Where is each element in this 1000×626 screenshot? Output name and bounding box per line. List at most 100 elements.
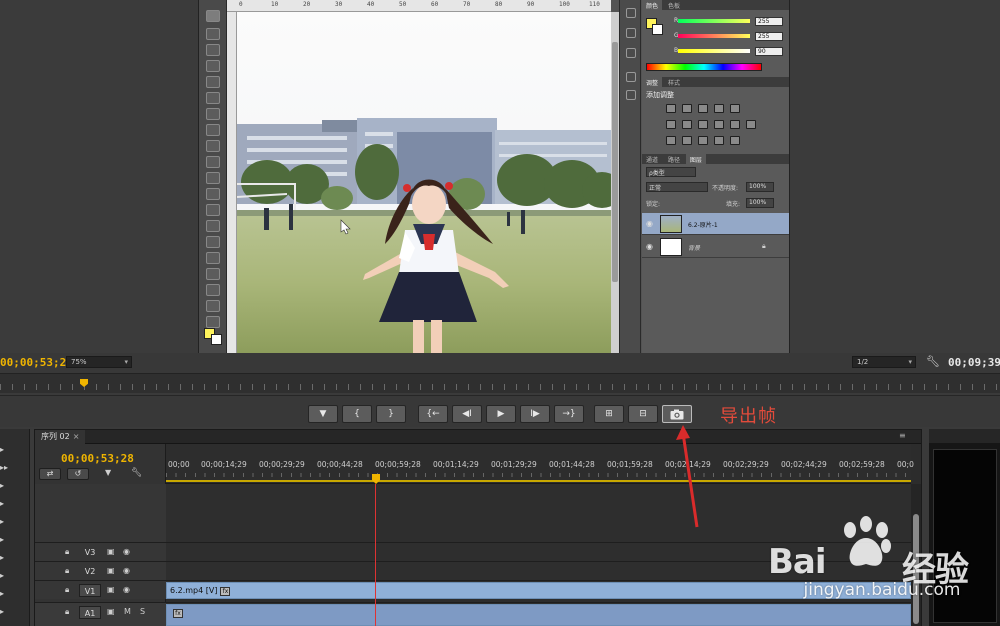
eye-icon[interactable]: ◉ bbox=[123, 547, 130, 556]
eyedropper-tool-icon[interactable] bbox=[206, 92, 220, 104]
tab-adjustments[interactable]: 调整 bbox=[642, 77, 663, 87]
quick-select-tool-icon[interactable] bbox=[206, 60, 220, 72]
r-slider[interactable] bbox=[678, 19, 750, 23]
pen-tool-icon[interactable] bbox=[206, 236, 220, 248]
threshold-icon[interactable] bbox=[698, 136, 708, 145]
sync-lock-icon[interactable]: ▣ bbox=[107, 607, 115, 616]
color-lookup-icon[interactable] bbox=[746, 120, 756, 129]
sync-lock-icon[interactable]: ▣ bbox=[107, 585, 115, 594]
tab-styles[interactable]: 样式 bbox=[664, 77, 684, 87]
photo-filter-icon[interactable] bbox=[714, 120, 724, 129]
eye-icon[interactable]: ◉ bbox=[123, 585, 130, 594]
posterize-icon[interactable] bbox=[682, 136, 692, 145]
stamp-tool-icon[interactable] bbox=[206, 140, 220, 152]
timeline-ruler[interactable]: 00;00 00;00;14;29 00;00;29;29 00;00;44;2… bbox=[166, 444, 914, 484]
mark-in-button[interactable]: { bbox=[342, 405, 372, 423]
track-name[interactable]: V3 bbox=[79, 546, 101, 559]
track-name[interactable]: V1 bbox=[79, 584, 101, 597]
tab-layers[interactable]: 图层 bbox=[685, 154, 706, 164]
crop-tool-icon[interactable] bbox=[206, 76, 220, 88]
rolling-edit-tool-icon[interactable]: ▸ bbox=[0, 499, 4, 508]
mark-out-button[interactable]: } bbox=[376, 405, 406, 423]
step-forward-button[interactable]: I▶ bbox=[520, 405, 550, 423]
character-icon[interactable] bbox=[626, 72, 636, 82]
lift-button[interactable]: ⊞ bbox=[594, 405, 624, 423]
step-back-button[interactable]: ◀I bbox=[452, 405, 482, 423]
tool-presets-icon[interactable] bbox=[626, 48, 636, 58]
pen-tool-icon[interactable]: ▸ bbox=[0, 589, 4, 598]
tab-paths[interactable]: 路径 bbox=[664, 154, 684, 164]
bw-icon[interactable] bbox=[698, 120, 708, 129]
snap-icon[interactable]: ⇄ bbox=[39, 468, 61, 480]
paragraph-icon[interactable] bbox=[626, 90, 636, 100]
tab-swatches[interactable]: 色板 bbox=[664, 0, 684, 10]
brush-tool-icon[interactable] bbox=[206, 124, 220, 136]
lock-icon[interactable]: 🔒︎ bbox=[65, 607, 69, 617]
hand-tool-icon[interactable]: ▸ bbox=[0, 607, 4, 616]
resolution-dropdown[interactable]: 1/2 bbox=[852, 356, 916, 368]
blur-tool-icon[interactable] bbox=[206, 204, 220, 216]
history-icon[interactable] bbox=[626, 8, 636, 18]
lasso-tool-icon[interactable] bbox=[206, 44, 220, 56]
vibrance-icon[interactable] bbox=[730, 104, 740, 113]
sync-lock-icon[interactable]: ▣ bbox=[107, 547, 115, 556]
timeline-timecode[interactable]: 00;00;53;28 bbox=[61, 452, 134, 465]
lock-icon[interactable]: 🔒︎ bbox=[65, 566, 69, 576]
background-color-swatch[interactable] bbox=[211, 334, 222, 345]
hand-tool-icon[interactable] bbox=[206, 300, 220, 312]
opacity-field[interactable]: 100% bbox=[746, 182, 774, 192]
play-button[interactable]: ▶ bbox=[486, 405, 516, 423]
sync-lock-icon[interactable]: ▣ bbox=[107, 566, 115, 575]
shape-tool-icon[interactable] bbox=[206, 284, 220, 296]
b-value-field[interactable]: 90 bbox=[755, 47, 783, 56]
g-slider[interactable] bbox=[678, 34, 750, 38]
channel-mixer-icon[interactable] bbox=[730, 120, 740, 129]
lock-icon[interactable]: 🔒︎ bbox=[65, 585, 69, 595]
export-frame-button[interactable] bbox=[662, 405, 692, 423]
tab-channels[interactable]: 通道 bbox=[642, 154, 662, 164]
eraser-tool-icon[interactable] bbox=[206, 172, 220, 184]
color-balance-icon[interactable] bbox=[682, 120, 692, 129]
healing-tool-icon[interactable] bbox=[206, 108, 220, 120]
color-bg-swatch[interactable] bbox=[652, 24, 663, 35]
eye-icon[interactable]: ◉ bbox=[646, 219, 653, 228]
tab-color[interactable]: 颜色 bbox=[642, 0, 663, 10]
slip-tool-icon[interactable]: ▸ bbox=[0, 553, 4, 562]
zoom-tool-icon[interactable] bbox=[206, 316, 220, 328]
add-marker-icon[interactable]: ▼ bbox=[105, 468, 111, 477]
eye-icon[interactable]: ◉ bbox=[646, 242, 653, 251]
eye-icon[interactable]: ◉ bbox=[123, 566, 130, 575]
linked-selection-icon[interactable]: ↺ bbox=[67, 468, 89, 480]
mute-button[interactable]: M bbox=[124, 607, 131, 616]
work-area-bar[interactable] bbox=[166, 480, 911, 482]
r-value-field[interactable]: 255 bbox=[755, 17, 783, 26]
slide-tool-icon[interactable]: ▸ bbox=[0, 571, 4, 580]
move-tool-icon[interactable] bbox=[206, 10, 220, 22]
add-marker-button[interactable]: ▼ bbox=[308, 405, 338, 423]
b-slider[interactable] bbox=[678, 49, 750, 53]
path-select-tool-icon[interactable] bbox=[206, 268, 220, 280]
solo-button[interactable]: S bbox=[140, 607, 145, 616]
razor-tool-icon[interactable]: ▸ bbox=[0, 535, 4, 544]
go-to-out-button[interactable]: →} bbox=[554, 405, 584, 423]
scrollbar-thumb[interactable] bbox=[612, 42, 618, 282]
monitor-time-ruler[interactable] bbox=[0, 373, 1000, 393]
track-name[interactable]: V2 bbox=[79, 565, 101, 578]
extract-button[interactable]: ⊟ bbox=[628, 405, 658, 423]
close-icon[interactable]: × bbox=[73, 432, 80, 441]
panel-menu-icon[interactable]: ≡ bbox=[899, 431, 906, 440]
color-spectrum-bar[interactable] bbox=[646, 63, 762, 71]
marquee-tool-icon[interactable] bbox=[206, 28, 220, 40]
layer-filter-dropdown[interactable]: ρ类型 bbox=[646, 167, 696, 177]
hue-sat-icon[interactable] bbox=[666, 120, 676, 129]
brightness-icon[interactable] bbox=[666, 104, 676, 113]
gradient-tool-icon[interactable] bbox=[206, 188, 220, 200]
timeline-settings-wrench-icon[interactable]: 🔧︎ bbox=[131, 468, 142, 478]
selection-tool-icon[interactable]: ▸ bbox=[0, 445, 4, 454]
layer-row[interactable]: ◉ 背景 🔒︎ bbox=[642, 236, 789, 258]
rate-stretch-tool-icon[interactable]: ▸ bbox=[0, 517, 4, 526]
type-tool-icon[interactable] bbox=[206, 252, 220, 264]
playhead-timecode[interactable]: 00;00;53;28 bbox=[0, 356, 73, 369]
history-brush-tool-icon[interactable] bbox=[206, 156, 220, 168]
gradient-map-icon[interactable] bbox=[714, 136, 724, 145]
